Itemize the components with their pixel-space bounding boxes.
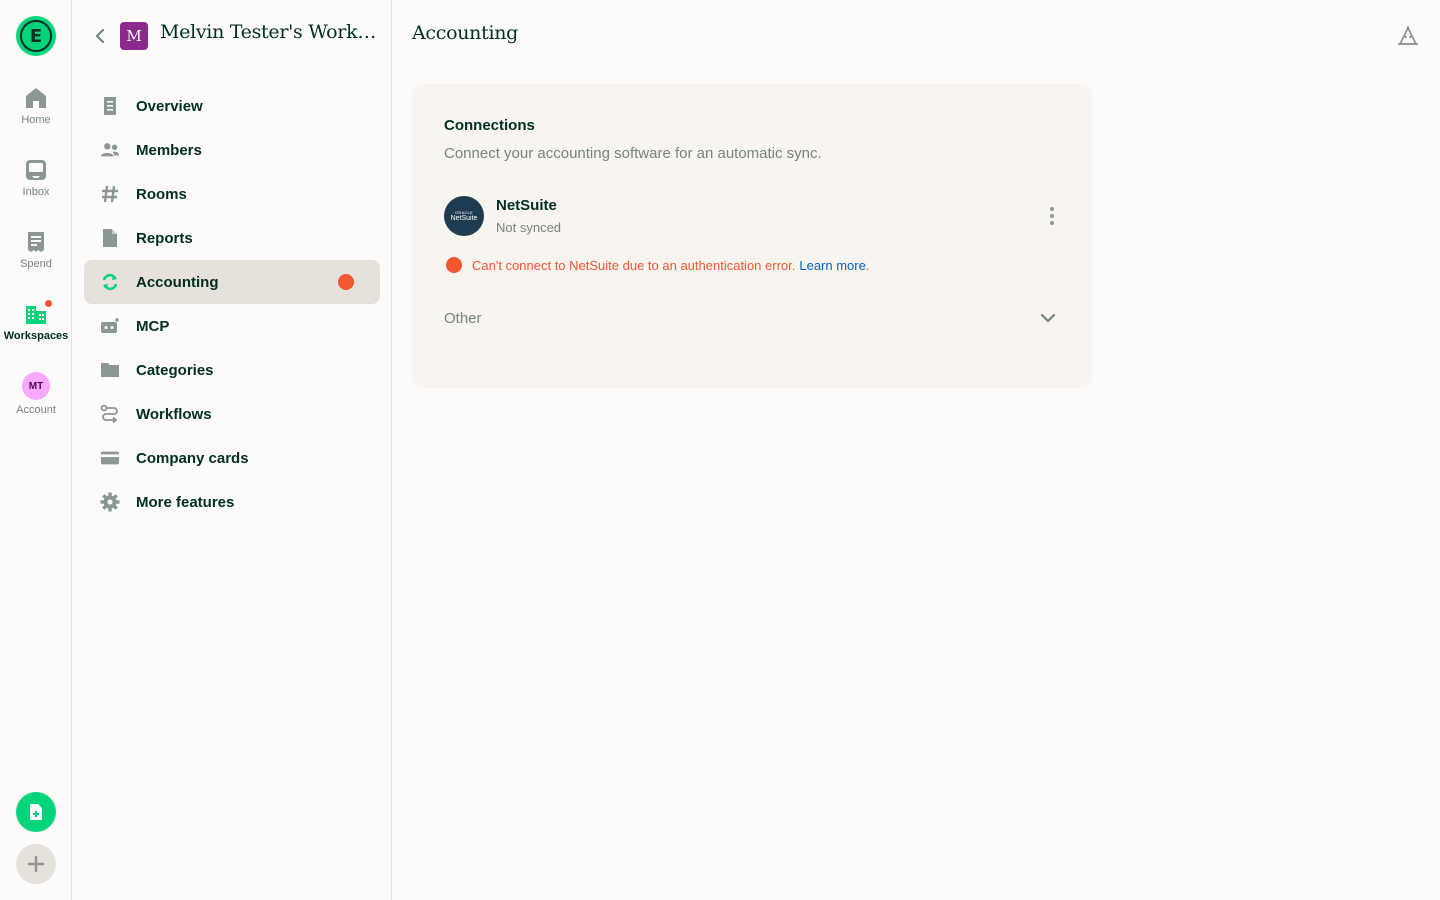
sidebar-item-label: More features [136, 493, 235, 511]
sidebar-item-rooms[interactable]: Rooms [84, 172, 380, 216]
workspace-header: M Melvin Tester's Workspace [72, 0, 392, 72]
netsuite-logo-name: NetSuite [450, 214, 478, 222]
sidebar-item-label: Workflows [136, 405, 212, 423]
card-icon [100, 448, 120, 468]
workspace-menu: Overview Members Rooms Reports Accountin… [84, 84, 380, 524]
sidebar-item-workflows[interactable]: Workflows [84, 392, 380, 436]
rail-item-spend[interactable]: Spend [0, 230, 72, 290]
logo-letter: E [20, 20, 52, 52]
chevron-left-icon [95, 28, 105, 44]
mcp-icon [100, 316, 120, 336]
create-button[interactable] [16, 844, 56, 884]
netsuite-logo: ORACLE NetSuite [444, 196, 484, 236]
receipt-icon [24, 230, 48, 254]
rail-item-inbox[interactable]: Inbox [0, 158, 72, 218]
sync-icon [100, 272, 120, 292]
sidebar-item-company-cards[interactable]: Company cards [84, 436, 380, 480]
rail-item-label: Home [21, 114, 51, 126]
connections-subtitle: Connect your accounting software for an … [444, 145, 822, 162]
more-options-button[interactable] [1048, 204, 1056, 228]
workspace-sidebar: M Melvin Tester's Workspace Overview Mem… [72, 0, 392, 900]
sidebar-item-reports[interactable]: Reports [84, 216, 380, 260]
error-dot-icon [446, 257, 462, 273]
home-icon [24, 86, 48, 110]
sidebar-item-members[interactable]: Members [84, 128, 380, 172]
new-expense-icon [30, 804, 42, 820]
file-icon [100, 228, 120, 248]
sidebar-item-label: Rooms [136, 185, 187, 203]
sidebar-item-label: Reports [136, 229, 193, 247]
workspace-avatar: M [120, 22, 148, 50]
main-content: Accounting Connections Connect your acco… [392, 0, 1440, 900]
error-message: Can't connect to NetSuite due to an auth… [446, 257, 869, 273]
avatar: MT [22, 372, 50, 400]
building-icon [24, 299, 53, 326]
rail-item-label: Workspaces [3, 330, 69, 342]
rail-item-label: Account [16, 404, 56, 416]
gear-icon [100, 492, 120, 512]
connections-card: Connections Connect your accounting soft… [412, 84, 1092, 388]
workflow-icon [100, 404, 120, 424]
sidebar-item-accounting[interactable]: Accounting [84, 260, 380, 304]
other-section-toggle[interactable]: Other [444, 300, 1060, 336]
plus-icon [28, 856, 44, 872]
folder-icon [100, 360, 120, 380]
sidebar-item-label: Categories [136, 361, 214, 379]
document-icon [100, 96, 120, 116]
sidebar-item-label: MCP [136, 317, 170, 335]
hashtag-icon [100, 184, 120, 204]
concierge-icon[interactable] [1396, 25, 1420, 49]
inbox-icon [24, 158, 48, 182]
rail-item-account[interactable]: MT Account [0, 372, 72, 432]
error-indicator-dot [338, 274, 354, 290]
kebab-menu-icon [1050, 207, 1054, 225]
rail-item-label: Spend [20, 258, 52, 270]
rail-item-label: Inbox [22, 186, 50, 198]
expensify-logo[interactable]: E [16, 16, 56, 56]
sidebar-item-overview[interactable]: Overview [84, 84, 380, 128]
sidebar-item-label: Company cards [136, 449, 249, 467]
new-expense-button[interactable] [16, 792, 56, 832]
sidebar-item-label: Overview [136, 97, 203, 115]
navigation-rail: E Home Inbox Spend Workspaces MT Account [0, 0, 72, 900]
alert-dot [44, 299, 53, 308]
users-icon [100, 140, 120, 160]
connections-title: Connections [444, 117, 535, 134]
error-text: Can't connect to NetSuite due to an auth… [472, 257, 796, 273]
workspace-name: Melvin Tester's Workspace [160, 21, 380, 43]
integration-status: Not synced [496, 220, 562, 235]
error-suffix: . [865, 257, 870, 273]
sidebar-item-label: Members [136, 141, 202, 159]
sidebar-item-more-features[interactable]: More features [84, 480, 380, 524]
back-button[interactable] [90, 24, 110, 48]
page-title: Accounting [412, 22, 519, 44]
other-label: Other [444, 309, 482, 327]
sidebar-item-mcp[interactable]: MCP [84, 304, 380, 348]
chevron-down-icon [1040, 313, 1056, 323]
integration-name: NetSuite [496, 197, 557, 214]
sidebar-item-categories[interactable]: Categories [84, 348, 380, 392]
learn-more-link[interactable]: Learn more [799, 258, 865, 273]
sidebar-item-label: Accounting [136, 273, 219, 291]
rail-item-workspaces[interactable]: Workspaces [0, 299, 72, 362]
rail-item-home[interactable]: Home [0, 86, 72, 146]
